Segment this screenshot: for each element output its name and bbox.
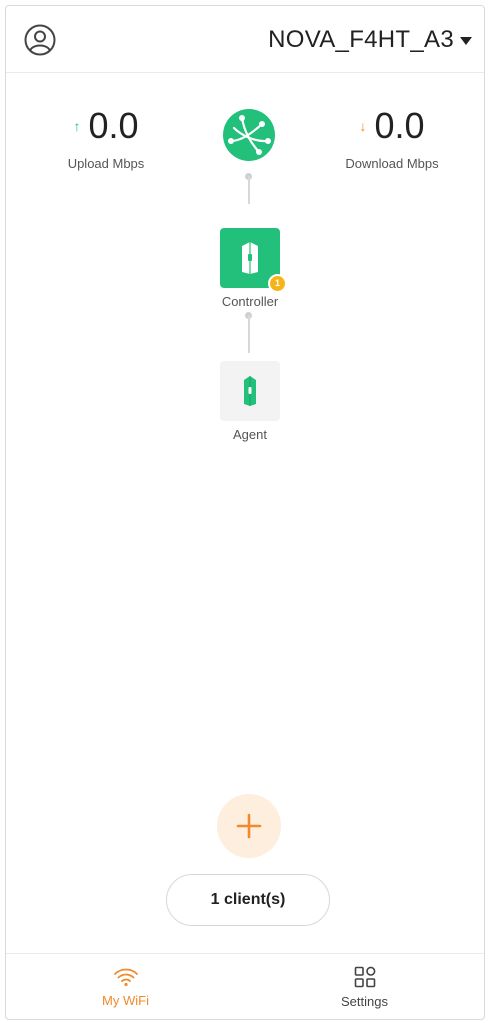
tab-settings[interactable]: Settings [245,954,484,1019]
download-speed: ↓ 0.0 Download Mbps [312,105,472,172]
upload-speed: ↑ 0.0 Upload Mbps [26,105,186,172]
clients-button[interactable]: 1 client(s) [166,874,330,926]
tab-bar: My WiFi Settings [6,953,484,1019]
caret-down-icon [460,37,472,45]
tab-label: My WiFi [102,992,149,1008]
controller-label: Controller [221,294,279,309]
network-selector[interactable]: NOVA_F4HT_A3 [268,25,472,55]
upload-value: 0.0 [88,105,139,146]
agent-label: Agent [233,427,267,442]
app-screen: NOVA_F4HT_A3 ↑ 0.0 Upload Mbps ↓ 0.0 Dow… [5,5,485,1020]
arrow-up-icon: ↑ [73,118,81,134]
globe-icon[interactable] [222,108,276,162]
arrow-down-icon: ↓ [359,118,367,134]
network-name: NOVA_F4HT_A3 [268,26,454,53]
wifi-icon [113,968,138,986]
tab-label: Settings [341,993,388,1009]
user-circle-icon[interactable] [24,24,56,56]
download-value: 0.0 [374,105,425,146]
agent-node[interactable] [220,361,280,421]
tab-my-wifi[interactable]: My WiFi [6,954,245,1019]
add-device-button[interactable] [217,794,281,858]
download-label: Download Mbps [345,156,439,171]
grid-icon [354,966,375,987]
upload-label: Upload Mbps [67,156,145,171]
top-bar: NOVA_F4HT_A3 [6,6,484,73]
router-icon [242,242,258,274]
notification-badge: 1 [268,274,287,293]
router-icon [244,376,256,406]
plus-icon [236,813,262,839]
link-line [248,176,250,204]
controller-node[interactable]: 1 [220,228,287,293]
link-line [248,315,250,353]
